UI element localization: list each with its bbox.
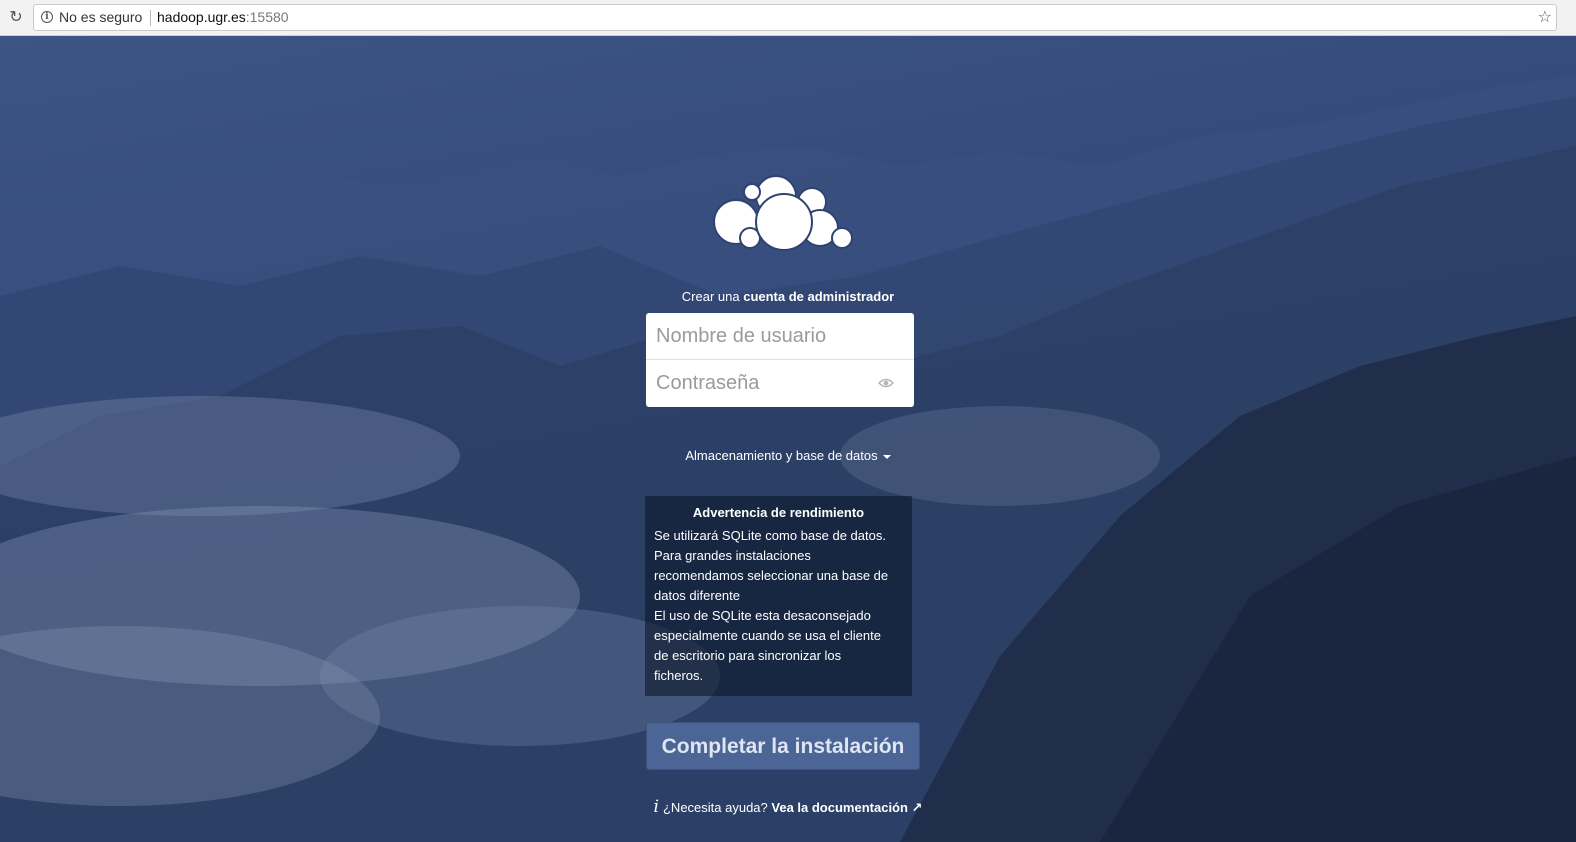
show-password-eye-icon[interactable] bbox=[878, 377, 894, 389]
performance-warning: Advertencia de rendimiento Se utilizará … bbox=[645, 496, 912, 696]
security-status[interactable]: No es seguro bbox=[59, 9, 142, 25]
storage-database-toggle[interactable]: Almacenamiento y base de datos bbox=[0, 448, 1576, 463]
browser-toolbar: ↻ i No es seguro hadoop.ugr.es:15580 ☆ bbox=[0, 0, 1576, 36]
warning-line: datos diferente bbox=[654, 588, 741, 603]
setup-title-bold: cuenta de administrador bbox=[743, 289, 895, 304]
address-divider bbox=[150, 10, 151, 26]
url-text[interactable]: hadoop.ugr.es:15580 bbox=[157, 9, 289, 25]
setup-title: Crear una cuenta de administrador bbox=[0, 289, 1576, 304]
warning-line: Para grandes instalaciones bbox=[654, 548, 811, 563]
reload-icon[interactable]: ↻ bbox=[6, 8, 26, 28]
warning-line: El uso de SQLite esta desaconsejado bbox=[654, 608, 871, 623]
warning-text: Se utilizará SQLite como base de datos. … bbox=[654, 526, 903, 686]
warning-line: especialmente cuando se usa el cliente bbox=[654, 628, 881, 643]
help-text: ¿Necesita ayuda? bbox=[662, 800, 768, 815]
warning-line: ficheros. bbox=[654, 668, 704, 683]
warning-line: de escritorio para sincronizar los bbox=[654, 648, 842, 663]
warning-line: recomendamos seleccionar una base de bbox=[654, 568, 889, 583]
credentials-group bbox=[646, 313, 914, 407]
url-host: hadoop.ugr.es bbox=[157, 9, 246, 25]
owncloud-logo-icon bbox=[713, 175, 853, 251]
complete-installation-button[interactable]: Completar la instalación bbox=[646, 722, 920, 770]
caret-down-icon bbox=[882, 454, 891, 459]
warning-line: Se utilizará SQLite como base de datos. bbox=[654, 528, 886, 543]
bookmark-star-icon[interactable]: ☆ bbox=[1538, 7, 1552, 27]
warning-title: Advertencia de rendimiento bbox=[692, 505, 865, 520]
url-port: :15580 bbox=[245, 9, 289, 25]
help-line: i ¿Necesita ayuda? Vea la documentación ↗ bbox=[0, 797, 1576, 817]
info-icon[interactable]: i bbox=[41, 11, 53, 23]
setup-title-prefix: Crear una bbox=[681, 289, 740, 304]
documentation-link[interactable]: Vea la documentación ↗ bbox=[771, 800, 922, 815]
info-i-icon: i bbox=[653, 797, 659, 817]
password-input[interactable] bbox=[646, 360, 914, 407]
username-input[interactable] bbox=[646, 313, 914, 360]
storage-label: Almacenamiento y base de datos bbox=[685, 448, 878, 463]
address-bar[interactable]: i No es seguro hadoop.ugr.es:15580 ☆ bbox=[33, 4, 1557, 31]
